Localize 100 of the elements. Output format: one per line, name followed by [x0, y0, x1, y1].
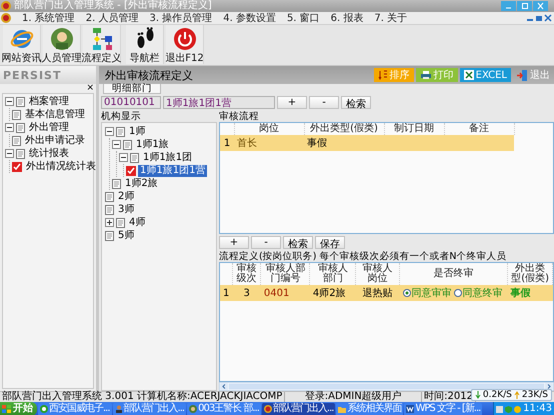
- tree-item[interactable]: 5师: [116, 230, 136, 242]
- radio-button[interactable]: [454, 289, 462, 297]
- toolbar-button[interactable]: 流程定义: [83, 25, 121, 64]
- toolbar-button[interactable]: +: [277, 96, 307, 109]
- toolbar-button[interactable]: 网站资讯: [3, 25, 41, 64]
- toolbar-button[interactable]: 人员管理: [43, 25, 81, 64]
- table-cell: 事假: [508, 285, 552, 301]
- globe-icon: [10, 27, 34, 51]
- taskbar-button[interactable]: 西安国威电子...: [38, 402, 112, 415]
- person-icon: [114, 405, 123, 414]
- taskbar-button[interactable]: 系统相关界面: [336, 402, 404, 415]
- table-cell: [444, 135, 514, 151]
- upload-speed: 23K/S: [522, 390, 548, 400]
- tree-item[interactable]: 1师1旅: [134, 138, 171, 150]
- clock: 11:43: [523, 403, 552, 415]
- menu-item[interactable]: 1. 系统管理: [22, 12, 75, 24]
- minimize-button[interactable]: [501, 1, 516, 11]
- maximize-icon: [520, 2, 529, 10]
- collapse-icon[interactable]: [112, 140, 121, 149]
- shield-icon: [505, 406, 512, 413]
- horizontal-scrollbar[interactable]: [219, 382, 554, 391]
- collapse-icon[interactable]: [5, 149, 14, 158]
- radio-button[interactable]: [402, 289, 411, 297]
- browser-icon: [40, 405, 48, 414]
- tree-item[interactable]: 档案管理: [27, 96, 71, 108]
- close-icon[interactable]: [544, 14, 552, 22]
- exit-door-icon: [517, 70, 528, 80]
- table-cell: 首长: [234, 135, 304, 151]
- collapse-icon[interactable]: [105, 127, 114, 136]
- tree-item[interactable]: 基本信息管理: [23, 108, 87, 120]
- badge-icon: [189, 405, 198, 414]
- upload-arrow-icon: [514, 391, 520, 400]
- tree-item[interactable]: 统计报表: [27, 148, 71, 160]
- restore-icon[interactable]: [535, 14, 543, 22]
- menu-item[interactable]: 3. 操作员管理: [149, 12, 212, 24]
- menu-item[interactable]: 7. 关于: [374, 12, 408, 24]
- spreadsheet-icon: [464, 70, 474, 80]
- radio-label: 同意审审: [412, 286, 452, 300]
- close-icon: [536, 2, 545, 10]
- download-arrow-icon: [474, 391, 481, 400]
- tree-item[interactable]: 2师: [116, 190, 136, 202]
- taskbar-button[interactable]: 部队营门出入...: [112, 402, 186, 415]
- tree-item[interactable]: 4师: [127, 216, 148, 228]
- toolbar-button[interactable]: 检索: [341, 96, 371, 109]
- document-icon: [406, 405, 414, 414]
- panel-title: 外出审核流程定义: [105, 68, 194, 82]
- table-cell: 事假: [304, 135, 384, 151]
- toolbar-button[interactable]: 导航栏: [126, 25, 164, 64]
- tree-item[interactable]: 1师1旅1团: [141, 152, 194, 164]
- close-button[interactable]: ×: [84, 84, 96, 93]
- section-label: 审核流程: [219, 112, 260, 122]
- tray-icon: [496, 406, 504, 413]
- toolbar-button[interactable]: -: [251, 236, 281, 249]
- emblem-icon: [264, 405, 272, 414]
- toolbar-button[interactable]: -: [309, 96, 339, 109]
- collapse-icon[interactable]: [5, 123, 14, 132]
- taskbar-button[interactable]: 部队营门出入...: [262, 402, 336, 415]
- maximize-button[interactable]: [517, 1, 532, 11]
- taskbar-button[interactable]: WPS 文字 - [新...: [404, 402, 482, 415]
- toolbar-button[interactable]: 退出F12: [166, 25, 204, 64]
- toolbar-button[interactable]: 检索: [283, 236, 313, 249]
- table-cell: 3: [232, 285, 261, 301]
- menu-item[interactable]: 5. 窗口: [286, 12, 320, 24]
- close-button[interactable]: [533, 1, 548, 11]
- tree-item[interactable]: 外出申请记录: [23, 134, 87, 146]
- code-field[interactable]: 01010101: [101, 96, 161, 109]
- tab[interactable]: 明细部门: [103, 84, 161, 94]
- tree-item[interactable]: 1师2旅: [123, 178, 160, 190]
- menu-item[interactable]: 4. 参数设置: [223, 12, 276, 24]
- rule-note: 流程定义(按岗位职务) 每个审核级次必须有一个或者N个终审人员: [219, 251, 508, 262]
- windows-logo-icon: [2, 405, 11, 414]
- collapse-icon[interactable]: [5, 97, 14, 106]
- collapse-icon[interactable]: [119, 153, 128, 162]
- toolbar-button[interactable]: +: [219, 236, 249, 249]
- taskbar-button[interactable]: 003王警长 部...: [187, 402, 261, 415]
- person-icon: [50, 27, 74, 51]
- folder-icon: [338, 405, 346, 414]
- table-cell: 4师2旅: [310, 285, 356, 301]
- unit-field[interactable]: 1师1旅1团1营: [163, 96, 275, 109]
- row-number: 1: [220, 135, 234, 151]
- brand-logo: PERSIST: [3, 68, 62, 82]
- radio-label: 同意终审: [462, 286, 503, 300]
- menu-item[interactable]: 6. 报表: [330, 12, 364, 24]
- tray-icon: [514, 406, 522, 413]
- tree-item[interactable]: 外出情况统计表: [24, 160, 98, 172]
- section-label: 机构显示: [101, 112, 142, 122]
- toolbar-button[interactable]: 保存: [315, 236, 345, 249]
- table-cell: 退热贴: [356, 285, 400, 301]
- tree-item[interactable]: 3师: [116, 204, 136, 216]
- expand-icon[interactable]: [105, 218, 114, 227]
- printer-icon: [420, 70, 432, 80]
- download-speed: 0.2K/S: [482, 390, 512, 400]
- tree-item[interactable]: 外出管理: [27, 122, 71, 134]
- row-number: 1: [220, 285, 232, 301]
- power-icon: [172, 27, 196, 51]
- sort-icon: [378, 70, 388, 80]
- tree-item[interactable]: 1师: [127, 126, 148, 138]
- menu-item[interactable]: 2. 人员管理: [86, 12, 138, 24]
- table-cell: 0401: [260, 285, 310, 301]
- tree-item[interactable]: 1师1旅1团1营: [138, 164, 208, 176]
